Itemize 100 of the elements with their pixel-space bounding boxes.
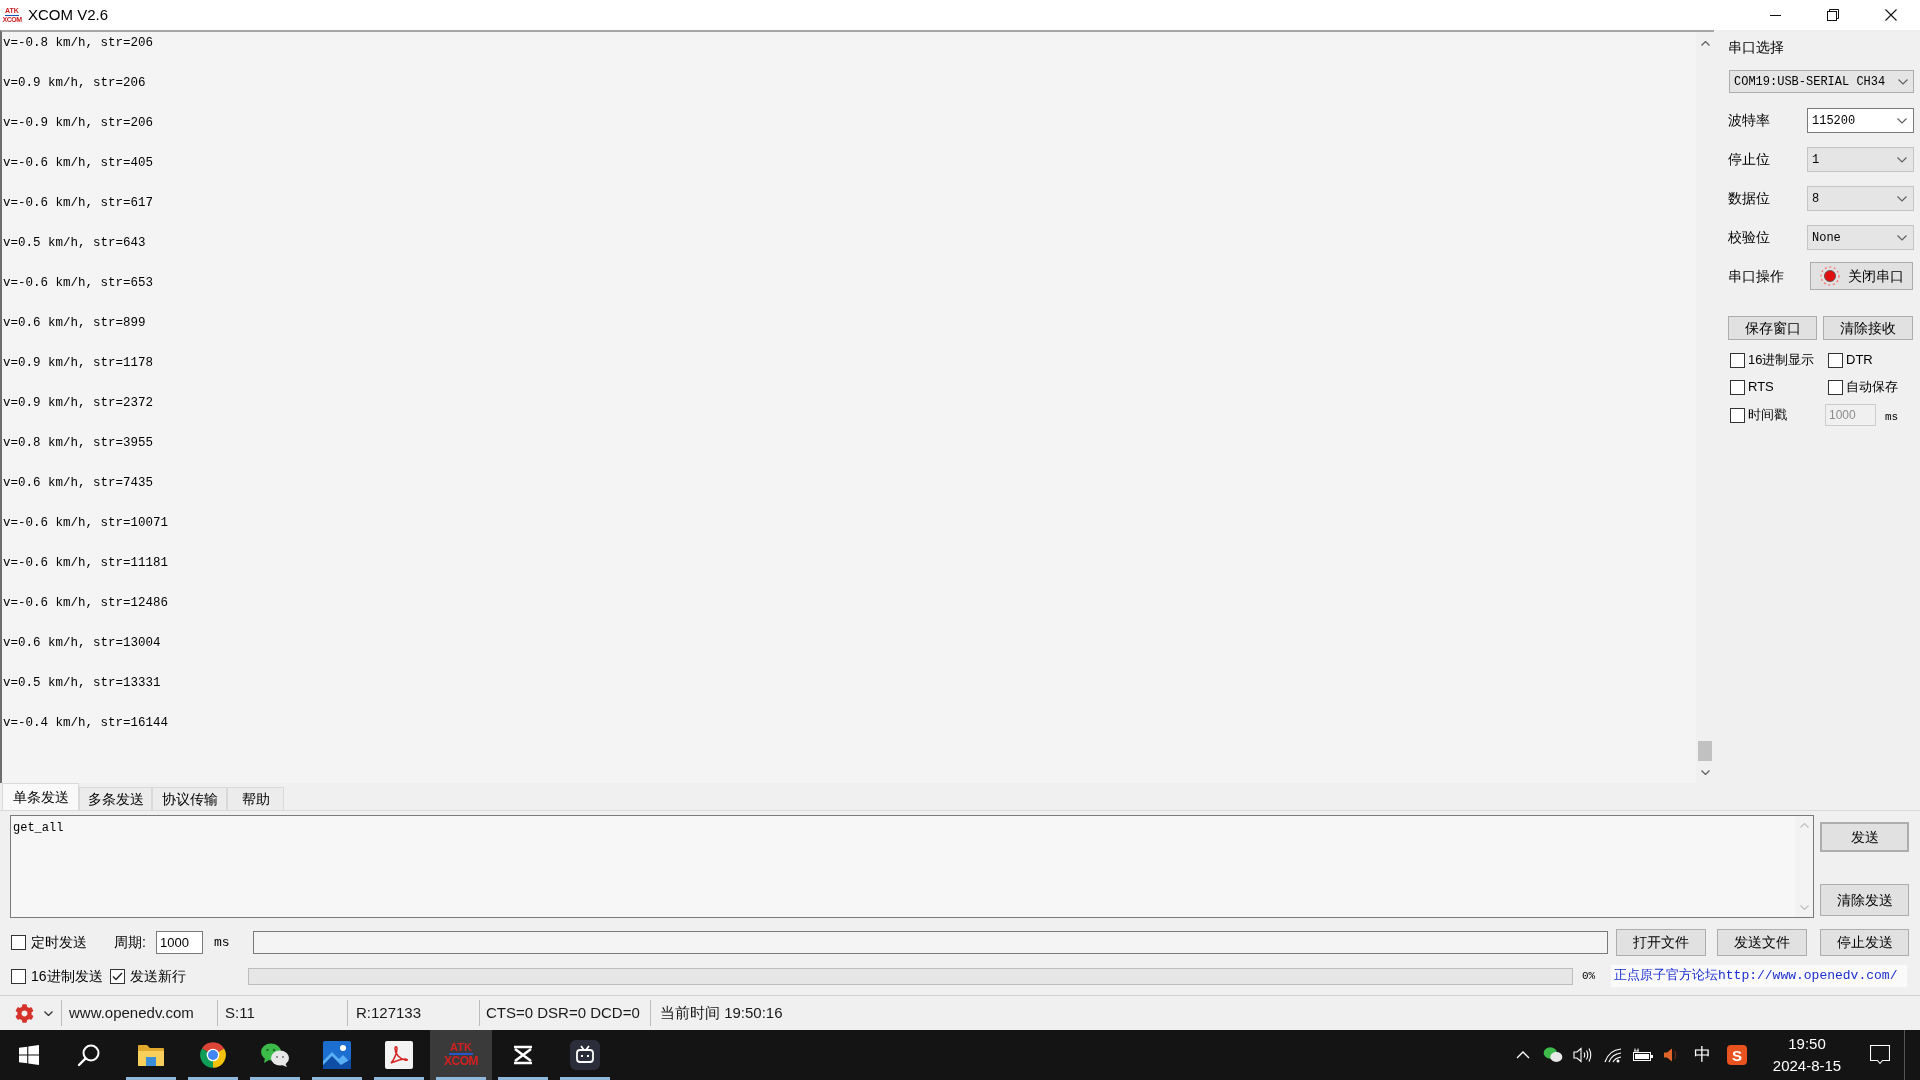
received-line: v=0.9 km/h, str=206 [3, 75, 146, 92]
panel-button[interactable]: 保存窗口 [1728, 316, 1817, 340]
checkbox[interactable] [11, 935, 26, 950]
send-tab[interactable]: 协议传输 [152, 787, 227, 810]
port-dropdown[interactable]: COM19:USB-SERIAL CH34 [1729, 70, 1914, 93]
checkbox[interactable] [1730, 407, 1745, 423]
clear-send-button[interactable]: 清除发送 [1820, 884, 1909, 916]
gear-icon[interactable] [15, 1003, 34, 1023]
setting-label: 数据位 [1728, 189, 1771, 208]
received-line: v=0.9 km/h, str=1178 [3, 355, 154, 372]
checkbox[interactable] [1828, 352, 1843, 368]
setting-label: 停止位 [1728, 150, 1771, 169]
file-button[interactable]: 发送文件 [1717, 929, 1807, 956]
checkbox-label: 16进制发送 [31, 966, 104, 986]
period-input-field[interactable]: 1000 [156, 931, 203, 954]
period-label: 周期: [114, 933, 147, 952]
round-logo-icon [199, 1041, 227, 1069]
mountain-picture-icon [323, 1041, 351, 1069]
ime-logo[interactable]: S [1727, 1045, 1747, 1065]
file-button[interactable]: 打开文件 [1616, 929, 1706, 956]
setting-dropdown[interactable]: None [1807, 225, 1914, 250]
checkbox[interactable] [11, 968, 26, 984]
chat-bubbles-icon[interactable] [1543, 1046, 1563, 1064]
battery-icon[interactable] [1632, 1048, 1654, 1062]
send-text-field[interactable]: get_all [10, 815, 1814, 918]
wifi-icon[interactable] [1604, 1047, 1622, 1063]
setting-dropdown[interactable]: 115200 [1807, 108, 1914, 133]
checkbox-label: 16进制显示 [1748, 351, 1815, 370]
unit-label: ms [1885, 409, 1899, 425]
panel-button[interactable]: 清除接收 [1823, 316, 1913, 340]
checkbox-label: 自动保存 [1846, 378, 1898, 397]
send-button[interactable]: 发送 [1820, 822, 1909, 852]
progress-reading: 0% [1582, 968, 1597, 984]
setting-dropdown[interactable]: 8 [1807, 186, 1914, 211]
received-line: v=-0.6 km/h, str=10071 [3, 515, 169, 532]
received-line: v=-0.6 km/h, str=11181 [3, 555, 169, 572]
send-tab[interactable]: 帮助 [227, 787, 284, 810]
setting-dropdown[interactable]: 1 [1807, 147, 1914, 172]
close-icon [1885, 9, 1897, 21]
checkbox[interactable] [1730, 379, 1745, 395]
current-time: 当前时间 19:50:16 [660, 1003, 783, 1021]
scrollbar-thumb[interactable] [1698, 741, 1712, 761]
notification-icon [1870, 1045, 1890, 1065]
received-line: v=0.5 km/h, str=643 [3, 235, 146, 252]
received-line: v=-0.6 km/h, str=617 [3, 195, 154, 212]
chevron-down-icon [1897, 195, 1907, 202]
checkbox-label: 时间戳 [1748, 406, 1788, 425]
minimize-icon [1769, 14, 1781, 16]
send-tab[interactable]: 单条发送 [2, 783, 79, 810]
checkbox-label: 定时发送 [31, 933, 88, 952]
received-line: v=-0.6 km/h, str=653 [3, 275, 154, 292]
sent-count: S:11 [225, 1003, 255, 1021]
received-line: v=0.9 km/h, str=2372 [3, 395, 154, 412]
speaker-icon[interactable] [1573, 1047, 1593, 1063]
caret-down-icon [1700, 769, 1710, 775]
taskbar-clock[interactable]: 19:50 2024-8-15 [1758, 1030, 1856, 1080]
file-button[interactable]: 停止发送 [1820, 929, 1909, 956]
received-line: v=0.6 km/h, str=13004 [3, 635, 161, 652]
send-tab[interactable]: 多条发送 [79, 787, 152, 810]
document-icon [385, 1041, 413, 1069]
received-line: v=0.6 km/h, str=7435 [3, 475, 154, 492]
search-icon [77, 1043, 101, 1067]
setting-label: 波特率 [1728, 111, 1771, 130]
chat-bubbles-icon [260, 1042, 290, 1068]
input-mode-indicator[interactable]: 中 [1684, 1030, 1720, 1080]
caret-up-icon [1700, 40, 1710, 46]
port-select-label: 串口选择 [1728, 38, 1784, 56]
chevron-down-icon [1897, 234, 1907, 241]
caret-down-icon [1799, 905, 1809, 910]
received-line: v=0.6 km/h, str=899 [3, 315, 146, 332]
window-title: XCOM V2.6 [28, 5, 109, 25]
received-line: v=-0.8 km/h, str=206 [3, 35, 154, 52]
port-operation-label: 串口操作 [1728, 266, 1785, 286]
checkbox[interactable] [110, 968, 125, 984]
file-path-field[interactable] [253, 931, 1608, 954]
app-logo: ATK XCOM [444, 1042, 478, 1068]
checkbox[interactable] [1828, 379, 1843, 395]
cross-logo-icon [511, 1045, 535, 1065]
received-count: R:127133 [356, 1003, 422, 1021]
signal-status: CTS=0 DSR=0 DCD=0 [486, 1003, 640, 1021]
received-line: v=-0.4 km/h, str=16144 [3, 715, 169, 732]
restore-icon [1827, 9, 1839, 21]
unit-label: ms [214, 933, 231, 952]
caret-up-icon [1799, 823, 1809, 828]
received-line: v=-0.6 km/h, str=405 [3, 155, 154, 172]
received-line: v=0.8 km/h, str=3955 [3, 435, 154, 452]
chevron-up-icon [1516, 1051, 1530, 1059]
grid-logo-icon [19, 1045, 39, 1065]
close-port-button[interactable]: 关闭串口 [1810, 262, 1913, 290]
checkbox-label: DTR [1846, 351, 1873, 370]
scrollbar[interactable] [1795, 816, 1813, 917]
checkbox[interactable] [1730, 352, 1745, 368]
chevron-down-icon [1897, 156, 1907, 163]
received-line: v=-0.9 km/h, str=206 [3, 115, 154, 132]
tv-face-icon [570, 1040, 600, 1070]
checkbox-label: 发送新行 [130, 966, 187, 986]
website-text: www.openedv.com [69, 1003, 194, 1021]
setting-label: 校验位 [1728, 228, 1771, 247]
chevron-down-icon [1897, 117, 1907, 124]
chevron-down-icon [1898, 78, 1908, 85]
